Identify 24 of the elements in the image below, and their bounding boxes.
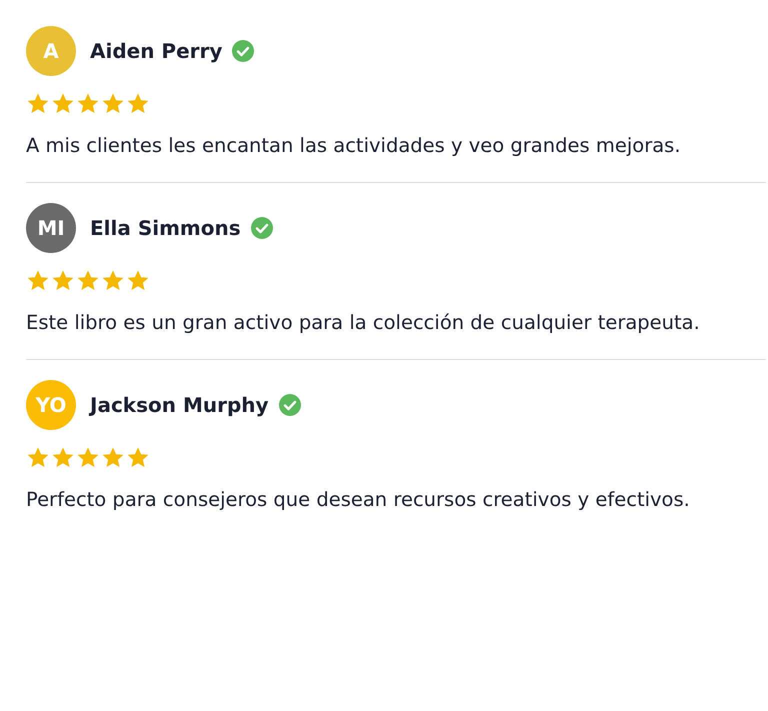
reviewer-name: Jackson Murphy [90, 393, 269, 417]
star-icon [26, 446, 50, 470]
avatar: YO [26, 380, 76, 430]
review-text: A mis clientes les encantan las actividades y veo grandes mejoras. [26, 133, 682, 159]
star-icon [76, 92, 100, 116]
star-icon [51, 269, 75, 293]
star-icon [26, 269, 50, 293]
star-icon [76, 446, 100, 470]
star-icon [101, 446, 125, 470]
reviewer-name: Ella Simmons [90, 216, 241, 240]
review-text: Perfecto para consejeros que desean recursos creativos y efectivos. [26, 487, 691, 513]
star-icon [126, 92, 150, 116]
avatar: MI [26, 203, 76, 253]
star-icon [101, 269, 125, 293]
avatar: A [26, 26, 76, 76]
review-text: Este libro es un gran activo para la colección de cualquier terapeuta. [26, 310, 701, 336]
star-icon [126, 446, 150, 470]
star-icon [51, 92, 75, 116]
star-icon [76, 269, 100, 293]
star-icon [126, 269, 150, 293]
star-icon [101, 92, 125, 116]
star-icon [51, 446, 75, 470]
reviewer-name: Aiden Perry [90, 39, 222, 63]
star-icon [26, 92, 50, 116]
